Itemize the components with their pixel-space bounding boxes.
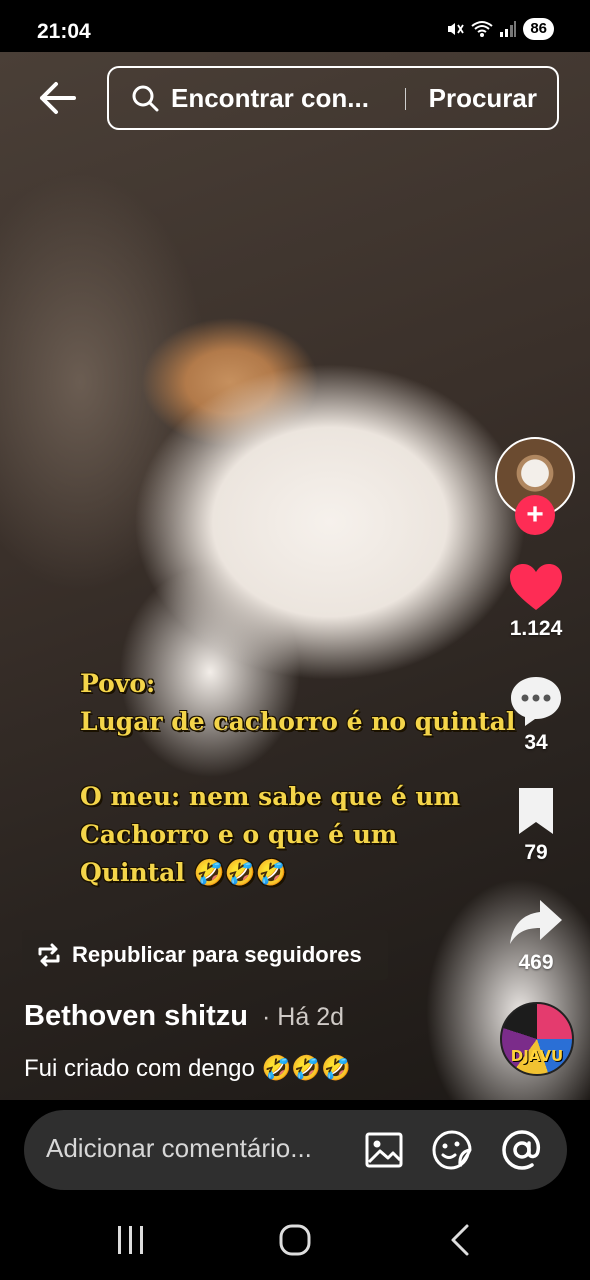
heart-icon [510, 564, 562, 610]
music-disc-label: DJAVU [510, 1047, 564, 1065]
recents-icon[interactable] [109, 1218, 153, 1262]
save-button[interactable]: 79 [496, 786, 576, 865]
author-name[interactable]: Bethoven shitzu [24, 1000, 248, 1032]
share-button[interactable]: 469 [496, 896, 576, 975]
search-submit-button[interactable]: Procurar [429, 83, 537, 114]
save-count: 79 [524, 841, 548, 864]
post-caption: Fui criado com dengo 🤣🤣🤣 [24, 1055, 352, 1082]
back-arrow-icon[interactable] [34, 78, 80, 118]
search-query[interactable]: Encontrar con... [171, 83, 369, 114]
search-divider [405, 88, 406, 110]
status-time: 21:04 [37, 20, 91, 43]
overlay-line: Quintal 🤣🤣🤣 [80, 858, 287, 887]
like-count: 1.124 [509, 617, 563, 640]
comment-button[interactable]: 34 [496, 674, 576, 755]
search-bar[interactable]: Encontrar con... Procurar [107, 66, 559, 130]
battery-indicator: 86 [523, 18, 554, 40]
repost-label: Republicar para seguidores [72, 942, 362, 967]
overlay-line: Cachorro e o que é um [80, 820, 398, 849]
comment-icon [511, 677, 561, 726]
overlay-line: Lugar de cachorro é no quintal [80, 707, 516, 736]
post-time: · Há 2d [262, 1003, 345, 1031]
comment-count: 34 [524, 731, 548, 754]
repost-button[interactable]: Republicar para seguidores [22, 930, 388, 980]
signal-icon [500, 21, 517, 37]
comment-placeholder[interactable]: Adicionar comentário... [46, 1133, 312, 1164]
bookmark-icon [519, 788, 553, 834]
emoji-sticker-icon[interactable] [430, 1128, 474, 1172]
mute-icon [448, 23, 465, 35]
repost-icon [38, 943, 60, 967]
status-bar: 21:04 86 [0, 0, 590, 60]
overlay-line: O meu: nem sabe que é um [80, 782, 461, 811]
music-disc[interactable]: DJAVU [500, 1002, 574, 1076]
overlay-line [80, 741, 515, 778]
follow-button[interactable]: + [515, 495, 555, 535]
share-count: 469 [518, 951, 554, 974]
status-icons: 86 [445, 18, 554, 40]
like-button[interactable]: 1.124 [496, 562, 576, 641]
video-overlay-text: Povo: Lugar de cachorro é no quintal O m… [80, 665, 515, 892]
image-icon[interactable] [362, 1128, 406, 1172]
mention-icon[interactable] [500, 1128, 544, 1172]
home-icon[interactable] [273, 1218, 317, 1262]
wifi-icon [471, 21, 493, 37]
comment-input[interactable]: Adicionar comentário... [24, 1110, 567, 1190]
search-icon [132, 85, 159, 112]
author-line: Bethoven shitzu · Há 2d [24, 1000, 344, 1033]
system-navigation-bar [0, 1200, 590, 1280]
overlay-line: Povo: [80, 669, 156, 698]
back-icon[interactable] [439, 1218, 483, 1262]
share-icon [510, 900, 562, 944]
